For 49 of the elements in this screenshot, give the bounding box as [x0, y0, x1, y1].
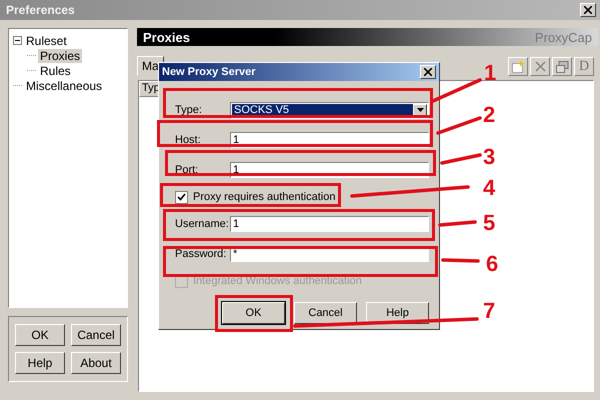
- close-button[interactable]: [580, 3, 596, 17]
- field-label: Password:: [175, 248, 228, 260]
- leader-line: [440, 153, 482, 165]
- checkbox-label: Integrated Windows authentication: [193, 275, 362, 287]
- leader-line: [431, 78, 482, 103]
- delete-icon: [534, 61, 546, 72]
- close-button[interactable]: [420, 65, 436, 79]
- field-label: Username:: [175, 218, 230, 230]
- delete-button[interactable]: [530, 57, 550, 76]
- window-title: Preferences: [6, 3, 75, 17]
- field-label: Port:: [175, 164, 200, 176]
- dialog-button[interactable]: Help: [15, 352, 65, 374]
- checkbox-label: Proxy requires authentication: [193, 191, 336, 203]
- dialog-title: New Proxy Server: [162, 66, 256, 78]
- leader-line: [441, 258, 480, 263]
- callout-number: 5: [483, 212, 496, 234]
- close-icon: [584, 6, 592, 14]
- collapse-icon[interactable]: [13, 36, 22, 45]
- dropdown-button[interactable]: [413, 104, 427, 116]
- dialog-button[interactable]: OK: [222, 302, 285, 324]
- leader-line: [438, 220, 477, 227]
- dialog-button[interactable]: Cancel: [71, 324, 121, 346]
- tree-item[interactable]: Proxies: [38, 48, 82, 62]
- properties-button[interactable]: [552, 57, 572, 76]
- callout-number: 7: [483, 300, 496, 322]
- callout-number: 1: [484, 62, 496, 84]
- new-item-icon: [511, 60, 525, 73]
- callout-number: 4: [483, 177, 496, 199]
- field-label: Host:: [175, 134, 202, 146]
- checkbox[interactable]: [175, 190, 188, 204]
- tree-item[interactable]: Miscellaneous: [24, 78, 104, 92]
- callout-number: 2: [483, 104, 496, 126]
- callout-number: 3: [483, 146, 496, 168]
- callout-number: 6: [486, 253, 498, 275]
- close-icon: [424, 68, 432, 76]
- caret-icon: [416, 108, 424, 112]
- dialog-button[interactable]: Cancel: [294, 302, 357, 324]
- section-title: Proxies: [143, 30, 190, 44]
- leader-line: [436, 116, 482, 135]
- input-field[interactable]: 1: [230, 216, 429, 232]
- dropdown-value: SOCKS V5: [232, 104, 413, 116]
- new-button[interactable]: [508, 57, 528, 76]
- properties-icon: [556, 60, 568, 72]
- tree-item[interactable]: Rules: [38, 64, 73, 78]
- field-label: Type:: [175, 104, 203, 116]
- dialog-button[interactable]: OK: [15, 324, 65, 346]
- brand-name: ProxyCap: [534, 30, 592, 44]
- tree-item[interactable]: Ruleset: [24, 34, 69, 48]
- dialog-button[interactable]: About: [71, 352, 121, 374]
